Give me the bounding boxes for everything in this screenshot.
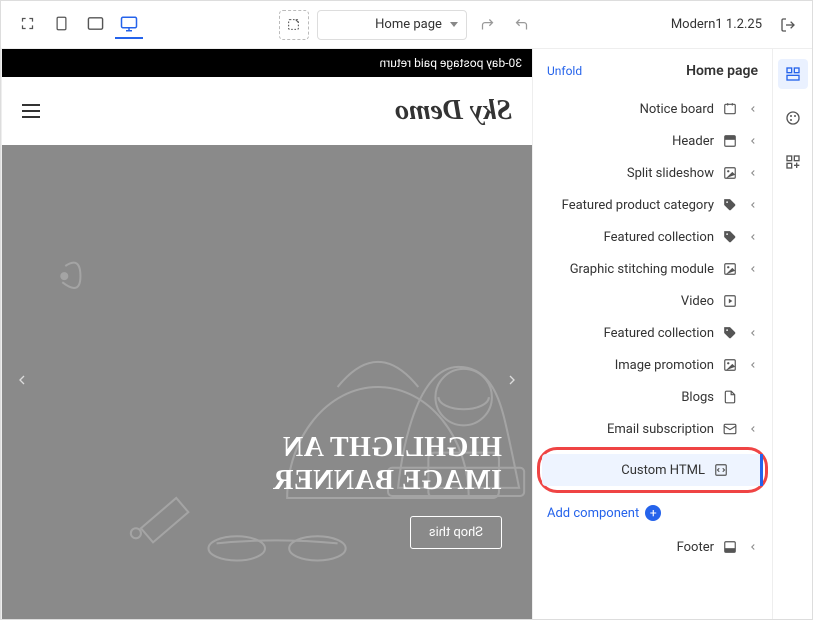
section-item[interactable]: Featured collection (533, 317, 772, 349)
footer-section-item[interactable]: Footer (533, 531, 772, 563)
section-label: Featured product category (541, 198, 714, 213)
preview-pane: 30-day postage paid return Sky Demo (1, 49, 532, 619)
toolbar-right (13, 11, 143, 39)
section-label: Video (541, 294, 714, 309)
image-icon (722, 165, 738, 181)
hero-content: HIGHLIGHT AN IMAGE BANNER Shop this (32, 431, 502, 549)
sidebar-title: Home page (686, 63, 758, 79)
section-item[interactable]: Notice board (533, 93, 772, 125)
section-label: Email subscription (541, 422, 714, 437)
section-item[interactable]: Video (533, 285, 772, 317)
hero-title-line2: IMAGE BANNER (273, 465, 502, 496)
tag-icon (722, 325, 738, 341)
doc-icon (722, 389, 738, 405)
page-selector-dropdown[interactable]: Home page (317, 10, 467, 40)
rail-apps-button[interactable] (778, 147, 808, 177)
page-selector-label: Home page (375, 17, 442, 32)
chevron-icon (746, 168, 760, 178)
toolbar-center: Home page (151, 10, 663, 40)
layout-icon (722, 133, 738, 149)
preview-frame: 30-day postage paid return Sky Demo (2, 49, 532, 619)
section-item[interactable]: Blogs (533, 381, 772, 413)
chevron-icon (746, 232, 760, 242)
section-label: Image promotion (541, 358, 714, 373)
chevron-icon (746, 360, 760, 370)
theme-name-label: Modern1 1.2.25 (671, 17, 762, 32)
exit-icon[interactable] (776, 13, 800, 37)
add-component-button[interactable]: + Add component (533, 495, 772, 531)
section-label: Custom HTML (550, 463, 705, 478)
plus-icon: + (645, 505, 661, 521)
section-item[interactable]: Image promotion (533, 349, 772, 381)
hero-cta-button[interactable]: Shop this (410, 516, 502, 549)
notice-banner: 30-day postage paid return (2, 49, 532, 77)
image-icon (722, 261, 738, 277)
device-tablet-landscape-button[interactable] (81, 11, 109, 39)
section-item[interactable]: Custom HTML (542, 454, 763, 486)
chevron-icon (746, 104, 760, 114)
redo-button[interactable] (475, 12, 501, 38)
sidebar-header: Home page Unfold (533, 49, 772, 93)
unfold-link[interactable]: Unfold (547, 64, 582, 78)
chevron-icon (746, 328, 760, 338)
top-toolbar: Modern1 1.2.25 Home page (1, 1, 812, 49)
section-label: Graphic stitching module (541, 262, 714, 277)
layout-icon (722, 539, 738, 555)
chevron-icon (746, 424, 760, 434)
chevron-icon (746, 136, 760, 146)
icon-rail (772, 49, 812, 619)
section-item[interactable]: Featured collection (533, 221, 772, 253)
hero-title: HIGHLIGHT AN IMAGE BANNER (32, 431, 502, 498)
site-logo: Sky Demo (395, 95, 512, 127)
device-desktop-button[interactable] (115, 11, 143, 39)
device-tablet-button[interactable] (47, 11, 75, 39)
chevron-icon (746, 200, 760, 210)
section-label: Notice board (541, 102, 714, 117)
slide-prev-icon[interactable] (14, 372, 30, 392)
device-fullscreen-button[interactable] (13, 11, 41, 39)
rail-theme-button[interactable] (778, 103, 808, 133)
site-header: Sky Demo (2, 77, 532, 145)
chevron-icon (746, 264, 760, 274)
code-icon (713, 462, 729, 478)
sections-sidebar: Home page Unfold Notice board Header Split… (532, 49, 772, 619)
slide-next-icon[interactable] (504, 372, 520, 392)
section-label: Blogs (541, 390, 714, 405)
chevron-icon (746, 542, 760, 552)
main-area: Home page Unfold Notice board Header Split… (1, 49, 812, 619)
board-icon (722, 101, 738, 117)
mail-icon (722, 421, 738, 437)
section-label: Header (541, 134, 714, 149)
tag-icon (722, 197, 738, 213)
section-label: Split slideshow (541, 166, 714, 181)
add-component-label: Add component (547, 506, 639, 521)
section-label: Featured collection (541, 326, 714, 341)
image-icon (722, 357, 738, 373)
toolbar-left: Modern1 1.2.25 (671, 13, 800, 37)
play-icon (722, 293, 738, 309)
undo-button[interactable] (509, 12, 535, 38)
hero-title-line1: HIGHLIGHT AN (283, 432, 502, 463)
section-item[interactable]: Split slideshow (533, 157, 772, 189)
highlighted-section: Custom HTML (537, 447, 768, 493)
section-item[interactable]: Header (533, 125, 772, 157)
section-item[interactable]: Featured product category (533, 189, 772, 221)
tag-icon (722, 229, 738, 245)
section-label: Footer (541, 540, 714, 555)
section-item[interactable]: Email subscription (533, 413, 772, 445)
section-label: Featured collection (541, 230, 714, 245)
rail-sections-button[interactable] (778, 59, 808, 89)
hero-section: HIGHLIGHT AN IMAGE BANNER Shop this (2, 145, 532, 619)
add-section-icon[interactable] (279, 10, 309, 40)
section-item[interactable]: Graphic stitching module (533, 253, 772, 285)
hamburger-menu-icon[interactable] (22, 104, 40, 118)
section-list: Notice board Header Split slideshow Feature… (533, 93, 772, 495)
